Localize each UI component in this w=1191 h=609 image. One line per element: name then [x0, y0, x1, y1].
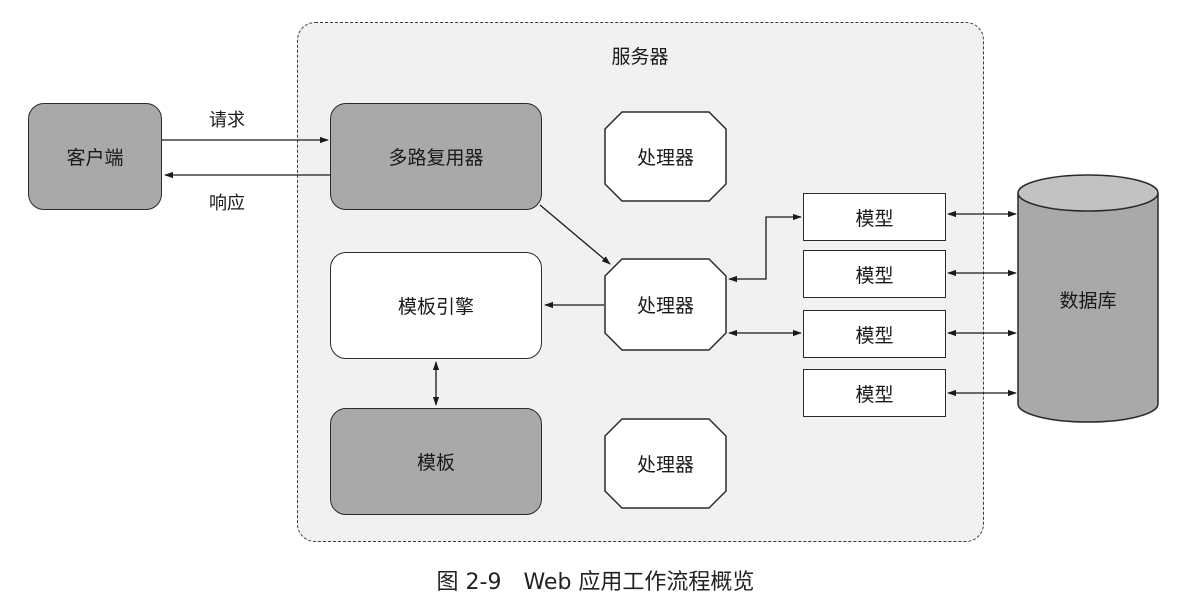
- diagram-edges: [162, 136, 1159, 423]
- database-label: 数据库: [1059, 290, 1117, 312]
- mux-to-handler-arrow: [539, 204, 611, 265]
- figure-caption: 图 2-9 Web 应用工作流程概览: [436, 570, 755, 595]
- handler-model1-arrow: [728, 213, 802, 283]
